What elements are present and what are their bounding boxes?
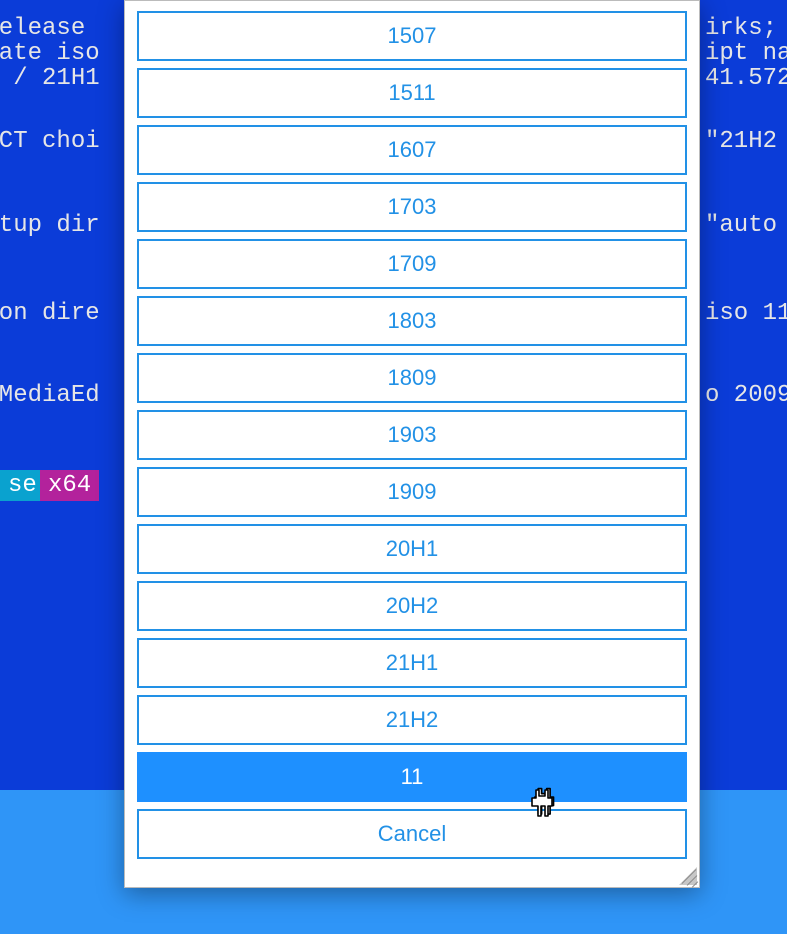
- option-label: 21H2: [386, 707, 439, 733]
- option-label: Cancel: [378, 821, 446, 847]
- option-label: 1903: [388, 422, 437, 448]
- cancel-button[interactable]: Cancel: [137, 809, 687, 859]
- option-label: 1703: [388, 194, 437, 220]
- terminal-fragment: "21H2: [705, 128, 777, 155]
- version-option-1903[interactable]: 1903: [137, 410, 687, 460]
- terminal-fragment: 41.572: [705, 65, 787, 92]
- terminal-fragment: iso 11: [705, 300, 787, 327]
- option-label: 1709: [388, 251, 437, 277]
- version-option-1803[interactable]: 1803: [137, 296, 687, 346]
- terminal-fragment: irks;: [705, 15, 777, 42]
- badge-x64: x64: [40, 470, 99, 501]
- option-label: 1809: [388, 365, 437, 391]
- terminal-fragment: 65 / 21H1: [0, 65, 100, 92]
- terminal-fragment: Release: [0, 15, 85, 42]
- version-option-1511[interactable]: 1511: [137, 68, 687, 118]
- version-dialog: 1507 1511 1607 1703 1709 1803 1809 1903 1909 20H1…: [124, 0, 700, 888]
- resize-grip-icon[interactable]: [679, 867, 697, 885]
- terminal-fragment: tion dire: [0, 300, 100, 327]
- version-option-21H1[interactable]: 21H1: [137, 638, 687, 688]
- terminal-fragment: d MediaEd: [0, 382, 100, 409]
- option-label: 21H1: [386, 650, 439, 676]
- option-label: 1909: [388, 479, 437, 505]
- version-option-1507[interactable]: 1507: [137, 11, 687, 61]
- option-label: 1607: [388, 137, 437, 163]
- option-label: 1803: [388, 308, 437, 334]
- version-option-1607[interactable]: 1607: [137, 125, 687, 175]
- version-option-1809[interactable]: 1809: [137, 353, 687, 403]
- version-option-20H1[interactable]: 20H1: [137, 524, 687, 574]
- terminal-fragment: setup dir: [0, 212, 100, 239]
- option-label: 11: [401, 764, 424, 790]
- version-option-21H2[interactable]: 21H2: [137, 695, 687, 745]
- terminal-fragment: "auto: [705, 212, 777, 239]
- terminal-fragment: ipt na: [705, 40, 787, 67]
- terminal-fragment: MCT choi: [0, 128, 100, 155]
- version-option-1709[interactable]: 1709: [137, 239, 687, 289]
- version-option-1909[interactable]: 1909: [137, 467, 687, 517]
- version-option-1703[interactable]: 1703: [137, 182, 687, 232]
- badge-se: se: [0, 470, 45, 501]
- option-label: 1511: [388, 80, 435, 106]
- version-option-20H2[interactable]: 20H2: [137, 581, 687, 631]
- version-option-11[interactable]: 11: [137, 752, 687, 802]
- option-label: 1507: [388, 23, 437, 49]
- option-label: 20H1: [386, 536, 439, 562]
- terminal-fragment: reate iso: [0, 40, 100, 67]
- option-label: 20H2: [386, 593, 439, 619]
- terminal-fragment: o 2009: [705, 382, 787, 409]
